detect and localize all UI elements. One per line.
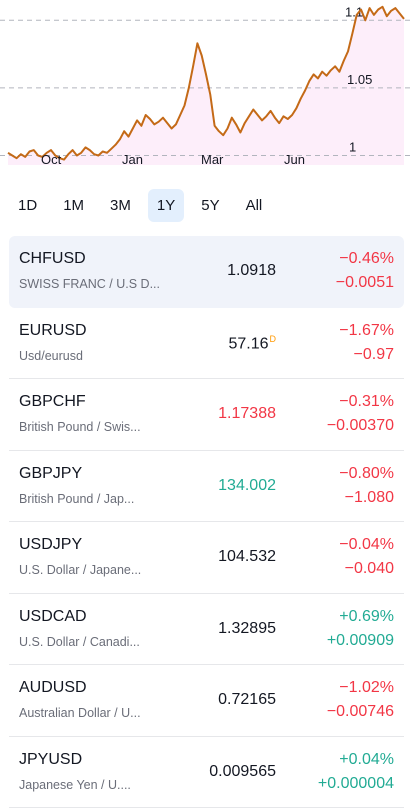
symbol-description: Usd/eurusd [19, 348, 83, 363]
watchlist-row-audusd[interactable]: AUDUSD Australian Dollar / U... 0.72165 −1.… [9, 665, 404, 737]
price-chart-svg: 11.051.1Oct Jan Mar Jun [0, 4, 413, 167]
x-tick-label: Jan [122, 152, 143, 167]
last-price: 57.16D [228, 334, 276, 353]
range-tab-1d[interactable]: 1D [9, 189, 46, 222]
symbol-ticker: GBPCHF [19, 393, 86, 410]
symbol-ticker: USDCAD [19, 607, 87, 625]
symbol-description: British Pound / Jap... [19, 491, 135, 506]
change-percent: +0.04% [339, 750, 394, 768]
range-tab-1y[interactable]: 1Y [147, 189, 185, 222]
range-tab-1m[interactable]: 1M [54, 189, 93, 222]
change-percent: −1.67% [339, 321, 394, 339]
change-percent: −0.80% [339, 464, 394, 482]
last-price: 1.32895 [218, 620, 276, 638]
symbol-ticker: AUDUSD [19, 679, 87, 696]
delayed-data-badge: D [269, 333, 277, 344]
watchlist-row-gbpjpy[interactable]: GBPJPY British Pound / Jap... 134.002 −0.80… [9, 451, 404, 522]
last-price-value: 0.72165 [218, 691, 276, 708]
change-percent: −0.31% [339, 393, 394, 410]
symbol-ticker: JPYUSD [19, 750, 83, 768]
symbol-ticker: CHFUSD [19, 250, 86, 267]
symbol-description: U.S. Dollar / Japane... [19, 563, 142, 577]
change-absolute: −1.080 [344, 488, 394, 506]
change-percent: −0.04% [339, 536, 394, 553]
watchlist-row-chfusd[interactable]: CHFUSD SWISS FRANC / U.S D... 1.0918 −0.46%… [9, 236, 404, 308]
change-percent: +0.69% [339, 607, 394, 625]
change-absolute: −0.97 [353, 345, 394, 363]
symbol-description: Australian Dollar / U... [19, 706, 141, 720]
change-percent: −1.02% [339, 679, 394, 696]
last-price: 1.17388 [218, 405, 276, 423]
y-tick-label: 1.05 [347, 72, 372, 87]
change-absolute: +0.00909 [326, 631, 394, 649]
symbol-ticker: EURUSD [19, 321, 87, 339]
last-price-value: 57.16 [228, 334, 269, 352]
change-absolute: −0.00746 [326, 703, 394, 720]
change-absolute: −0.0051 [335, 274, 394, 291]
last-price-value: 0.009565 [209, 762, 276, 780]
x-tick-label: Jun [284, 152, 305, 167]
last-price-value: 1.17388 [218, 405, 276, 422]
last-price-value: 1.32895 [218, 619, 276, 637]
price-chart[interactable]: 1 1.05 1.1 Oct Jan Mar Jun [0, 0, 413, 178]
watchlist-row-usdcad[interactable]: USDCAD U.S. Dollar / Canadi... 1.32895 +0.6… [9, 594, 404, 665]
last-price-value: 134.002 [218, 476, 276, 494]
symbol-description: Japanese Yen / U.... [19, 777, 131, 792]
symbol-description: British Pound / Swis... [19, 420, 141, 434]
range-tab-all[interactable]: All [237, 189, 272, 222]
last-price: 104.532 [218, 548, 276, 566]
x-tick-label: Mar [201, 152, 224, 167]
watchlist: CHFUSD SWISS FRANC / U.S D... 1.0918 −0.46%… [9, 236, 404, 808]
symbol-ticker: GBPJPY [19, 464, 83, 482]
change-absolute: −0.00370 [326, 417, 394, 434]
last-price: 1.0918 [227, 262, 276, 280]
change-absolute: +0.000004 [317, 774, 394, 792]
symbol-description: SWISS FRANC / U.S D... [19, 277, 160, 291]
last-price: 0.009565 [209, 763, 276, 781]
symbol-description: U.S. Dollar / Canadi... [19, 634, 140, 649]
range-tab-5y[interactable]: 5Y [192, 189, 228, 222]
time-range-selector: 1D 1M 3M 1Y 5Y All [9, 189, 271, 222]
last-price-value: 1.0918 [227, 262, 276, 279]
range-tab-3m[interactable]: 3M [101, 189, 140, 222]
x-tick-label: Oct [41, 152, 62, 167]
chart-area-fill [8, 6, 404, 165]
last-price: 0.72165 [218, 691, 276, 709]
watchlist-row-gbpchf[interactable]: GBPCHF British Pound / Swis... 1.17388 −0.3… [9, 379, 404, 451]
last-price: 134.002 [218, 477, 276, 495]
symbol-ticker: USDJPY [19, 536, 83, 553]
watchlist-row-eurusd[interactable]: EURUSD Usd/eurusd 57.16D −1.67% −0.97 [9, 308, 404, 379]
last-price-value: 104.532 [218, 548, 276, 565]
change-absolute: −0.040 [344, 560, 394, 577]
watchlist-row-jpyusd[interactable]: JPYUSD Japanese Yen / U.... 0.009565 +0.04%… [9, 737, 404, 808]
y-tick-label: 1 [349, 140, 356, 155]
change-percent: −0.46% [339, 250, 394, 267]
watchlist-row-usdjpy[interactable]: USDJPY U.S. Dollar / Japane... 104.532 −0.0… [9, 522, 404, 594]
